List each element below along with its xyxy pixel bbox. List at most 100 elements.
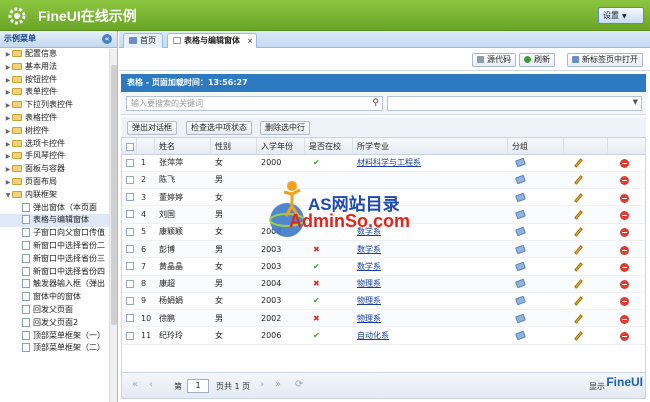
col-year-header[interactable]: 入学年份 <box>257 138 305 155</box>
major-cell[interactable]: 物理系 <box>353 276 508 293</box>
group-cell[interactable] <box>508 311 564 328</box>
delete-icon[interactable] <box>620 228 629 238</box>
delete-icon[interactable] <box>620 280 629 290</box>
sidebar-item[interactable]: 回发父页面 <box>0 304 117 317</box>
delete-cell[interactable] <box>608 242 645 259</box>
source-code-button[interactable]: 源代码 <box>472 53 516 67</box>
row-checkbox[interactable] <box>126 262 134 271</box>
tag-icon[interactable] <box>515 209 526 220</box>
group-cell[interactable] <box>508 207 564 224</box>
tag-icon[interactable] <box>515 296 526 306</box>
delete-icon[interactable] <box>620 314 629 324</box>
expand-arrow-icon[interactable]: ▶ <box>4 100 12 112</box>
major-cell[interactable]: 自动化系 <box>353 328 508 345</box>
edit-cell[interactable] <box>564 190 608 207</box>
delete-icon[interactable] <box>620 262 629 272</box>
tag-icon[interactable] <box>515 157 526 168</box>
delete-icon[interactable] <box>620 193 629 203</box>
row-select-cell[interactable] <box>122 293 137 310</box>
delete-cell[interactable] <box>608 224 645 241</box>
edit-pencil-icon[interactable] <box>574 262 583 272</box>
expand-arrow-icon[interactable]: ▶ <box>4 177 12 189</box>
major-cell[interactable]: 物理系 <box>353 293 508 310</box>
col-major-header[interactable]: 所学专业 <box>353 138 508 155</box>
collapse-icon[interactable]: « <box>102 34 112 44</box>
edit-cell[interactable] <box>564 328 608 345</box>
check-selection-button[interactable]: 检查选中项状态 <box>186 121 252 135</box>
tab-home[interactable]: 首页 <box>123 33 163 48</box>
tag-icon[interactable] <box>515 261 526 272</box>
sidebar-item[interactable]: ▶ 配置信息 <box>0 48 117 61</box>
sidebar-item[interactable]: ▶ 下拉列表控件 <box>0 99 117 112</box>
edit-pencil-icon[interactable] <box>574 158 583 168</box>
edit-pencil-icon[interactable] <box>574 244 583 255</box>
sidebar-item[interactable]: 表格与编辑窗体 <box>0 214 117 228</box>
major-link[interactable]: 物理系 <box>357 279 381 288</box>
expand-arrow-icon[interactable]: ▶ <box>4 62 12 74</box>
major-cell[interactable]: 数学系 <box>353 259 508 276</box>
sidebar-item[interactable]: 弹出窗体（本页面 <box>0 202 117 215</box>
sidebar-item[interactable]: 顶部菜单框架（二） <box>0 342 117 355</box>
delete-cell[interactable] <box>608 293 645 310</box>
table-row[interactable]: 9 杨娟娟 女 2003 ✔ 物理系 <box>122 293 645 311</box>
page-number-input[interactable]: 1 <box>187 379 209 393</box>
sidebar-item[interactable]: ▶ 手风琴控件 <box>0 150 117 163</box>
tag-icon[interactable] <box>515 226 526 237</box>
next-page-icon[interactable]: › <box>260 379 264 390</box>
edit-pencil-icon[interactable] <box>574 227 583 237</box>
refresh-button[interactable]: 刷新 <box>519 53 555 67</box>
tag-icon[interactable] <box>515 192 526 202</box>
delete-icon[interactable] <box>620 245 629 255</box>
tab-grid-edit[interactable]: 表格与编辑窗体 × <box>167 33 257 48</box>
table-row[interactable]: 8 康超 男 2004 ✖ 物理系 <box>122 276 645 293</box>
row-checkbox[interactable] <box>126 314 134 323</box>
major-link[interactable]: 自动化系 <box>357 331 389 340</box>
select-all-checkbox[interactable] <box>126 142 134 151</box>
refresh-page-icon[interactable]: ⟳ <box>295 379 303 390</box>
collapse-arrow-icon[interactable]: ▼ <box>4 190 12 202</box>
group-cell[interactable] <box>508 259 564 276</box>
open-new-tab-button[interactable]: 新标签页中打开 <box>567 53 643 67</box>
edit-pencil-icon[interactable] <box>574 210 583 220</box>
table-row[interactable]: 11 纪玲玲 女 2006 ✔ 自动化系 <box>122 328 645 345</box>
edit-cell[interactable] <box>564 276 608 293</box>
delete-selected-button[interactable]: 删除选中行 <box>260 121 310 135</box>
edit-cell[interactable] <box>564 293 608 310</box>
sidebar-item[interactable]: 新窗口中选择省份四 <box>0 266 117 279</box>
row-checkbox[interactable] <box>126 193 134 202</box>
search-icon[interactable]: ⚲ <box>372 97 379 110</box>
expand-arrow-icon[interactable]: ▶ <box>4 49 12 61</box>
sidebar-item[interactable]: 触发器输入框（弹出 <box>0 278 117 291</box>
row-checkbox[interactable] <box>126 245 134 253</box>
col-group-header[interactable]: 分组 <box>508 138 564 155</box>
row-select-cell[interactable] <box>122 242 137 259</box>
sidebar-item[interactable]: 回发父页面2 <box>0 317 117 330</box>
expand-arrow-icon[interactable]: ▶ <box>4 113 12 125</box>
row-select-cell[interactable] <box>122 224 137 241</box>
edit-pencil-icon[interactable] <box>574 192 583 203</box>
row-checkbox[interactable] <box>126 210 134 219</box>
row-checkbox[interactable] <box>126 296 134 305</box>
edit-cell[interactable] <box>564 311 608 328</box>
sidebar-item[interactable]: 子窗口向父窗口传值 <box>0 227 117 240</box>
sidebar-item[interactable]: ▶ 按钮控件 <box>0 74 117 87</box>
edit-cell[interactable] <box>564 207 608 224</box>
tag-icon[interactable] <box>515 174 526 185</box>
expand-arrow-icon[interactable]: ▶ <box>4 151 12 163</box>
edit-pencil-icon[interactable] <box>574 313 583 324</box>
delete-cell[interactable] <box>608 311 645 328</box>
row-select-cell[interactable] <box>122 328 137 345</box>
group-cell[interactable] <box>508 293 564 310</box>
search-input[interactable]: 输入要搜索的关键词 ⚲ <box>126 96 383 111</box>
delete-icon[interactable] <box>620 332 629 341</box>
close-icon[interactable]: × <box>247 34 253 48</box>
major-link[interactable]: 材料科学与工程系 <box>357 158 421 167</box>
row-checkbox[interactable] <box>126 175 134 184</box>
edit-cell[interactable] <box>564 224 608 241</box>
expand-arrow-icon[interactable]: ▶ <box>4 126 12 138</box>
row-select-cell[interactable] <box>122 311 137 328</box>
edit-cell[interactable] <box>564 155 608 172</box>
tag-icon[interactable] <box>515 330 526 341</box>
edit-cell[interactable] <box>564 172 608 189</box>
row-checkbox[interactable] <box>126 158 134 167</box>
